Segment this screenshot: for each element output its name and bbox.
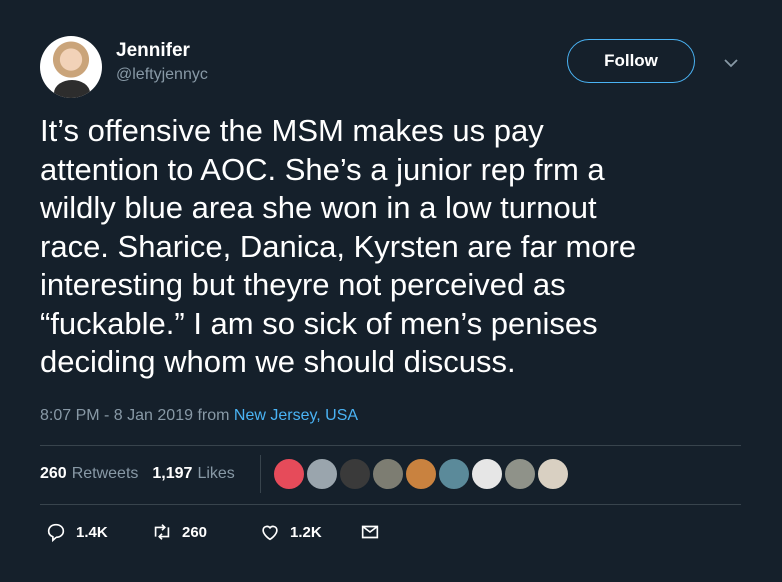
author-name[interactable]: Jennifer <box>116 40 190 62</box>
cartoon-avatar[interactable] <box>273 458 305 490</box>
tweet-location[interactable]: New Jersey, USA <box>234 407 358 424</box>
retweets-stat[interactable]: 260 Retweets <box>40 465 138 483</box>
tweet-meta: 8:07 PM - 8 Jan 2019 from New Jersey, US… <box>40 407 358 425</box>
palm-avatar[interactable] <box>438 458 470 490</box>
divider <box>40 504 741 505</box>
likes-stat[interactable]: 1,197 Likes <box>152 465 234 483</box>
sketch-avatar[interactable] <box>471 458 503 490</box>
woman-avatar[interactable] <box>405 458 437 490</box>
retweet-icon <box>154 524 170 540</box>
message-button[interactable] <box>359 521 390 543</box>
default-avatar[interactable] <box>306 458 338 490</box>
heart-icon <box>262 525 278 541</box>
liker-avatars <box>273 458 570 490</box>
chevron-down-icon[interactable] <box>722 56 740 70</box>
stats-separator <box>260 455 261 493</box>
likes-count: 1,197 <box>152 465 193 482</box>
from-label: from <box>197 407 230 424</box>
retweets-label: Retweets <box>71 465 139 482</box>
reply-count: 1.4K <box>76 523 108 541</box>
engagement-stats: 260 Retweets 1,197 Likes <box>40 465 235 483</box>
envelope-icon <box>361 525 379 539</box>
like-count: 1.2K <box>290 523 322 541</box>
author-handle[interactable]: @leftyjennyc <box>116 66 208 84</box>
tweet-time[interactable]: 8:07 PM - 8 Jan 2019 <box>40 407 193 424</box>
cat-avatar[interactable] <box>372 458 404 490</box>
retweet-count: 260 <box>182 523 208 541</box>
reply-button[interactable]: 1.4K <box>45 521 151 543</box>
retweet-button[interactable]: 260 <box>151 521 259 543</box>
cat-avatar[interactable] <box>504 458 536 490</box>
retweets-count: 260 <box>40 465 67 482</box>
like-button[interactable]: 1.2K <box>259 521 359 543</box>
action-bar: 1.4K 260 1.2K <box>45 521 390 543</box>
follow-button[interactable]: Follow <box>567 39 695 83</box>
dog-avatar[interactable] <box>339 458 371 490</box>
reply-icon <box>47 523 65 543</box>
divider <box>40 445 741 446</box>
author-avatar[interactable] <box>40 36 102 98</box>
likes-label: Likes <box>197 465 235 482</box>
tweet-text: It’s offensive the MSM makes us pay atte… <box>40 113 637 379</box>
book-avatar[interactable] <box>537 458 569 490</box>
